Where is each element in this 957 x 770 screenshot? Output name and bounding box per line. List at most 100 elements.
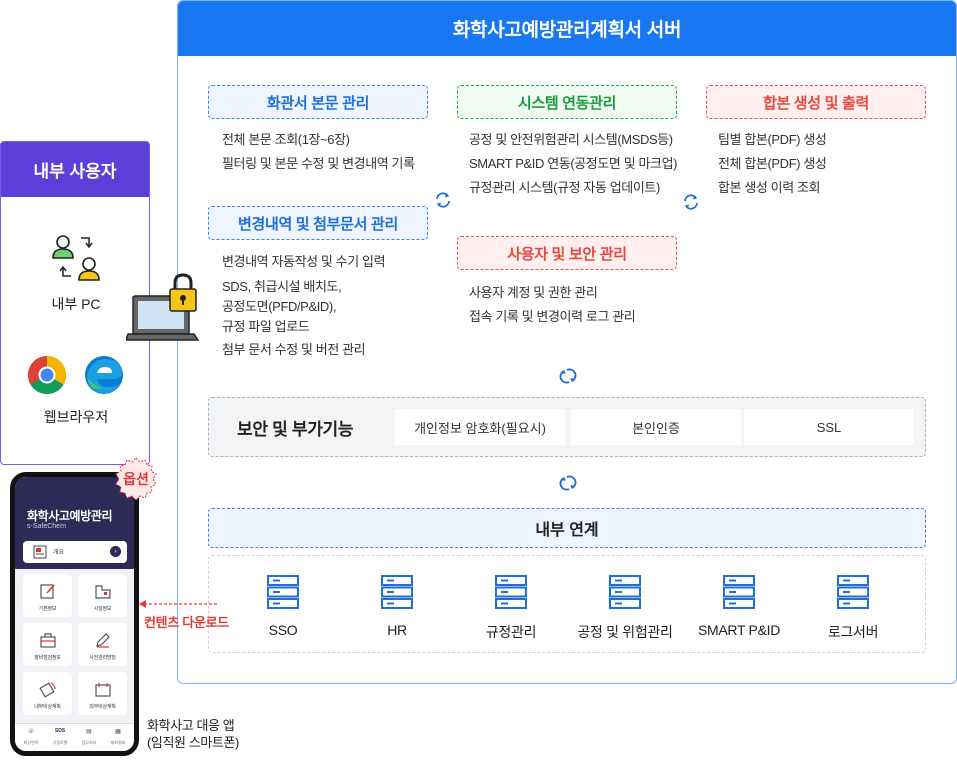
list-item: SMART P&ID 연동(공정도면 및 마크업) [469,156,678,171]
internal-system-label: HR [387,622,407,638]
module-security-items: 사용자 계정 및 권한 관리 접속 기록 및 변경이력 로그 관리 [469,281,636,329]
edit-note-icon [39,584,55,599]
tile-external-emergency[interactable]: 외부비상계획 [78,672,127,715]
nav-label: 비상연락 [23,740,39,745]
app-caption-line: (임직원 스마트폰) [147,735,239,750]
tile-label: 외부비상계획 [89,704,116,710]
list-item: 공정도면(PFD/P&ID), [222,299,337,314]
list-item: 팀별 합본(PDF) 생성 [718,132,827,147]
module-changes-title: 변경내역 및 첨부문서 관리 [208,206,428,240]
overview-label: 개요 [53,550,65,556]
internal-system-label: 공정 및 위험관리 [577,624,673,640]
users-exchange-icon [52,235,100,281]
security-feature: 본인인증 [571,409,741,445]
internal-system: 공정 및 위험관리 [565,574,685,642]
module-output-title: 합본 생성 및 출력 [706,85,926,119]
internal-title: 내부 연계 [208,508,926,548]
security-feature: 개인정보 암호화(필요시) [395,409,565,445]
internal-system: 규정관리 [451,574,571,642]
server-icon [267,575,299,609]
tile-label: 사전관리방침 [89,655,116,661]
internal-systems: SSO HR 규정관리 공정 및 위험관리 SMART P&ID 로그서버 [208,555,926,653]
internal-system-label: 로그서버 [827,624,879,640]
module-output-items: 팀별 합본(PDF) 생성 전체 합본(PDF) 생성 합본 생성 이력 조회 [718,128,827,200]
list-item: 합본 생성 이력 조회 [718,180,821,195]
sds-icon: SDS [54,728,66,734]
list-item: 규정관리 시스템(규정 자동 업데이트) [469,180,660,195]
server-icon [495,575,527,609]
server-icon [609,575,641,609]
evacuation-icon: ▦ [115,729,121,735]
chrome-icon [27,355,67,395]
internal-system-label: SSO [268,622,298,638]
module-security-title: 사용자 및 보안 관리 [457,236,677,270]
chevron-right-icon: › [110,546,121,557]
tile-facility-info[interactable]: 시설정보 [78,574,127,617]
app-subtitle: s-SafeChem [27,523,66,530]
tile-policy[interactable]: 사전관리방침 [78,623,127,666]
list-item: 변경내역 자동작성 및 수기 입력 [222,254,386,269]
nav-item[interactable]: SDS 규정로컬 [47,728,73,746]
toolbox-icon [39,633,56,648]
module-system-items: 공정 및 안전위험관리 시스템(MSDS등) SMART P&ID 연동(공정도… [469,128,677,200]
security-feature: SSL [744,409,914,445]
module-document-title: 화관서 본문 관리 [208,85,428,119]
nav-item[interactable]: ▤ 업무처리 [76,728,102,746]
list-item: 사용자 계정 및 권한 관리 [469,285,598,300]
module-system-title: 시스템 연동관리 [457,85,677,119]
phone-icon: ☏ [27,729,35,735]
module-changes-items: 변경내역 자동작성 및 수기 입력 SDS, 취급시설 배치도, 공정도면(PF… [222,250,386,362]
app-title: 화학사고예방관리 [27,509,113,523]
internal-system: SMART P&ID [679,574,799,638]
alarm-icon [38,682,56,698]
web-browser-label: 웹브라우저 [43,409,109,425]
internal-system: SSO [223,574,343,638]
nav-label: 업무처리 [81,740,97,745]
overview-button[interactable]: 개요 › [23,541,127,563]
tile-basic-info[interactable]: 기본정보 [23,574,72,617]
arrow-left-icon [139,600,218,608]
tile-label: 기본정보 [38,606,57,612]
sync-icon [559,475,577,491]
list-item: 필터링 및 본문 수정 및 변경내역 기록 [222,156,415,171]
internal-system-label: SMART P&ID [697,622,781,638]
internal-system: HR [337,574,457,638]
sync-icon [559,368,577,384]
sync-icon [684,194,698,210]
list-item: SDS, 취급시설 배치도, [222,279,342,294]
list-item: 전체 합본(PDF) 생성 [718,156,827,171]
sync-icon [436,192,450,208]
internal-user-title: 내부 사용자 [1,142,149,197]
nav-item[interactable]: ☏ 비상연락 [18,728,44,746]
tile-equipment-info[interactable]: 장비점검정보 [23,623,72,666]
nav-label: 규정로컬 [52,740,68,745]
building-icon [94,585,111,599]
server-icon [837,575,869,609]
security-title: 보안 및 부가기능 [237,419,354,439]
option-badge: 옵션 [123,471,149,487]
mobile-phone: 화학사고예방관리 s-SafeChem 개요 › 기본정보 시설정보 장비점검정… [10,472,139,756]
internal-system: 로그서버 [793,574,913,642]
tile-label: 장비점검정보 [34,655,61,661]
list-item: 전체 본문 조회(1장~6장) [222,132,350,147]
nav-item[interactable]: ▦ 대피정보 [105,728,131,746]
module-document-items: 전체 본문 조회(1장~6장) 필터링 및 본문 수정 및 변경내역 기록 [222,128,415,176]
security-row: 보안 및 부가기능 개인정보 암호화(필요시) 본인인증 SSL [208,397,926,457]
pencil-icon [95,633,110,648]
document-icon [33,545,47,559]
phone-bottom-nav: ☏ 비상연락 SDS 규정로컬 ▤ 업무처리 ▦ 대피정보 [15,723,134,751]
server-title: 화학사고예방관리계획서 서버 [178,1,956,56]
locked-laptop-icon [126,273,200,341]
server-icon [723,575,755,609]
list-item: 접속 기록 및 변경이력 로그 관리 [469,309,636,324]
tile-internal-emergency[interactable]: 내부비상계획 [23,672,72,715]
clipboard-icon [94,683,111,697]
list-item: 첨부 문서 수정 및 버전 관리 [222,342,366,357]
app-caption: 화학사고 대응 앱 (임직원 스마트폰) [147,717,239,751]
tile-label: 시설정보 [93,606,112,612]
tile-label: 내부비상계획 [34,704,61,710]
list-item: 규정 파일 업로드 [222,319,310,334]
server-icon [381,575,413,609]
nav-label: 대피정보 [110,740,126,745]
edge-icon [85,356,123,394]
